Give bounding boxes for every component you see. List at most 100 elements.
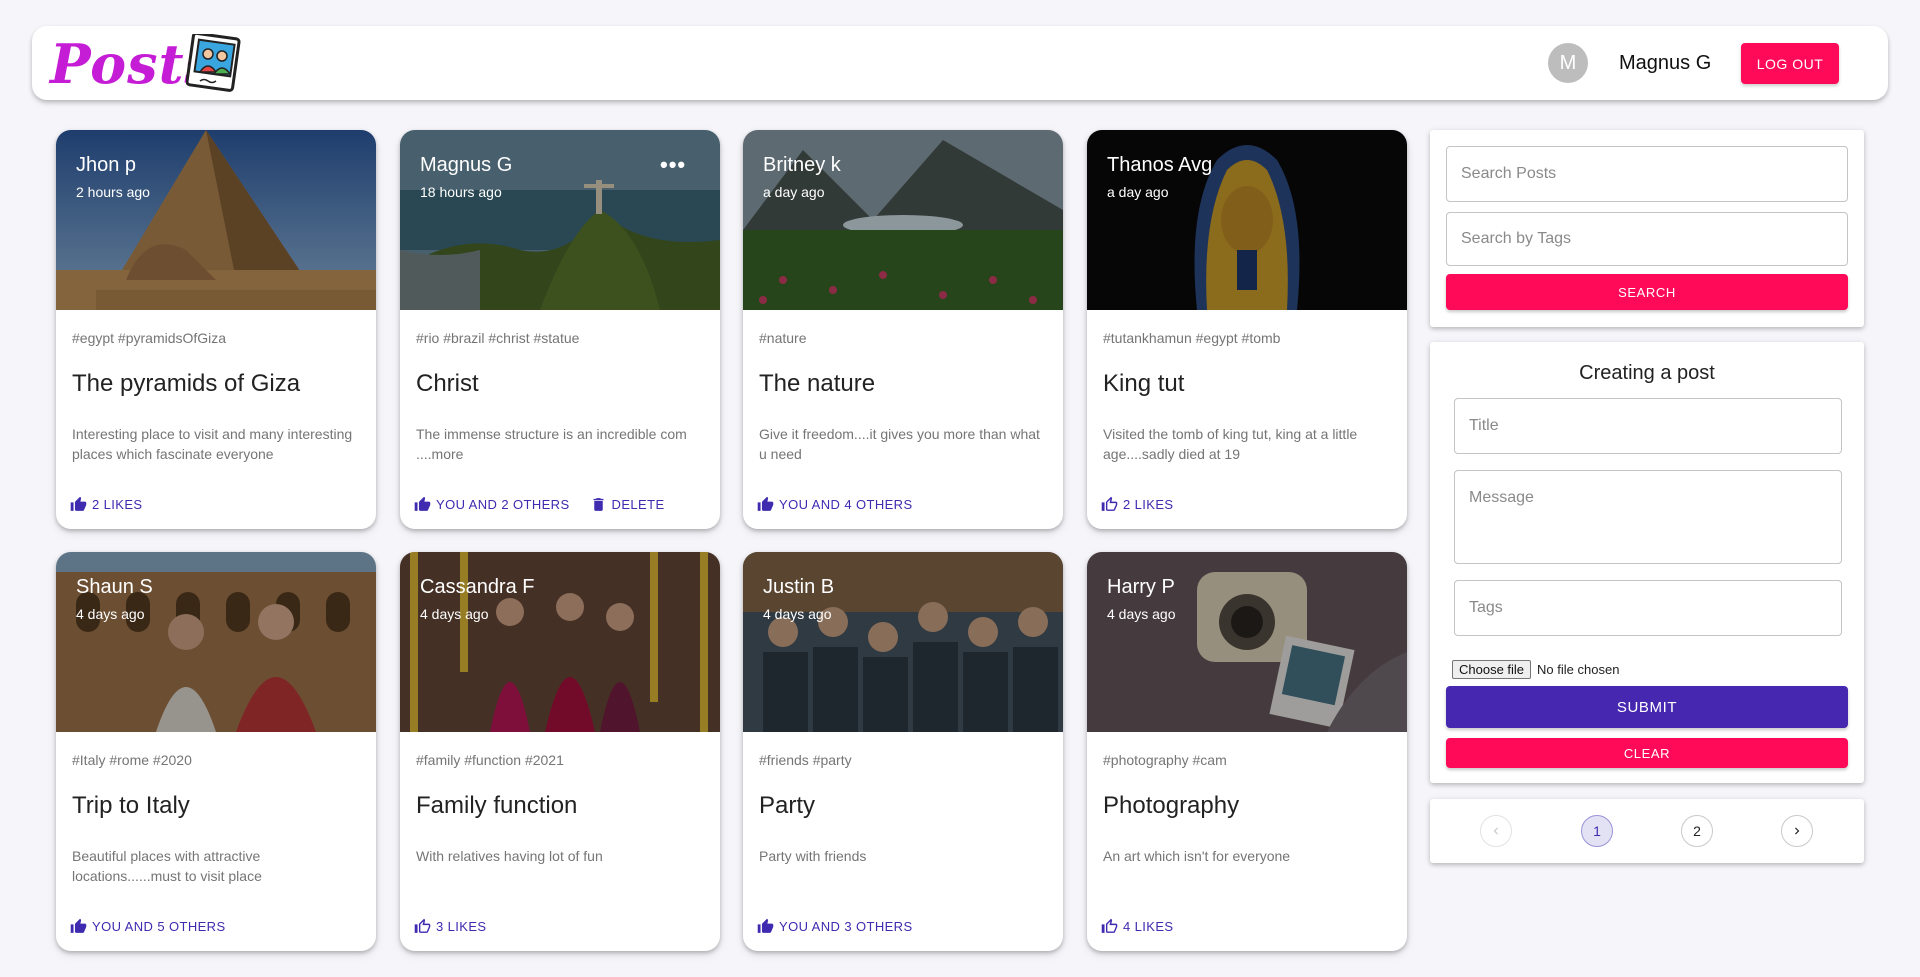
post-image: Jhon p 2 hours ago	[56, 130, 376, 310]
like-button[interactable]: YOU AND 3 OTHERS	[757, 918, 913, 935]
delete-button[interactable]: DELETE	[590, 496, 665, 513]
post-card[interactable]: Justin B 4 days ago #friends #party Part…	[743, 552, 1063, 951]
page-1-button[interactable]: 1	[1581, 815, 1613, 847]
post-time: a day ago	[763, 184, 825, 200]
chevron-right-icon	[1795, 827, 1800, 835]
page-2-button[interactable]: 2	[1681, 815, 1713, 847]
like-count: YOU AND 3 OTHERS	[779, 919, 913, 934]
post-tags: #tutankhamun #egypt #tomb	[1103, 330, 1281, 346]
post-image: Harry P 4 days ago	[1087, 552, 1407, 732]
like-count: YOU AND 5 OTHERS	[92, 919, 226, 934]
post-tags: #rio #brazil #christ #statue	[416, 330, 580, 346]
prev-page-button[interactable]	[1480, 815, 1512, 847]
post-title: The nature	[759, 370, 876, 397]
post-card[interactable]: Jhon p 2 hours ago #egypt #pyramidsOfGiz…	[56, 130, 376, 529]
like-button[interactable]: YOU AND 4 OTHERS	[757, 496, 913, 513]
post-message: With relatives having lot of fun	[416, 848, 603, 864]
avatar[interactable]: M	[1548, 43, 1588, 83]
like-button[interactable]: 2 LIKES	[70, 496, 143, 513]
post-card[interactable]: Britney k a day ago #nature The nature G…	[743, 130, 1063, 529]
post-author: Thanos Avg	[1107, 154, 1213, 176]
thumb-up-icon	[414, 496, 431, 511]
post-time: a day ago	[1107, 184, 1169, 200]
post-time: 18 hours ago	[420, 184, 502, 200]
post-author: Britney k	[763, 154, 841, 176]
thumb-up-icon	[70, 496, 87, 511]
post-image: Britney k a day ago	[743, 130, 1063, 310]
post-image: Justin B 4 days ago	[743, 552, 1063, 732]
next-page-button[interactable]	[1781, 815, 1813, 847]
post-message: An art which isn't for everyone	[1103, 848, 1291, 864]
like-button[interactable]: YOU AND 2 OTHERS	[414, 496, 570, 513]
post-card[interactable]: Thanos Avg a day ago #tutankhamun #egypt…	[1087, 130, 1407, 529]
user-name: Magnus G	[1619, 52, 1712, 74]
create-post-form: Creating a post Title Message Tags Choos…	[1430, 342, 1864, 783]
logout-button[interactable]: LOG OUT	[1741, 43, 1839, 84]
search-posts-input[interactable]: Search Posts	[1446, 146, 1848, 202]
post-title: King tut	[1103, 370, 1185, 397]
title-input[interactable]: Title	[1454, 398, 1842, 454]
post-title: Family function	[416, 792, 578, 819]
trash-icon	[593, 498, 604, 511]
post-card[interactable]: Magnus G 18 hours ago ••• #rio #brazil #…	[400, 130, 720, 529]
like-count: YOU AND 4 OTHERS	[779, 497, 913, 512]
post-tags: #nature	[759, 330, 807, 346]
post-message: Party with friends	[759, 848, 867, 864]
chevron-left-icon	[1493, 827, 1498, 835]
post-message: Visited the tomb of king tut, king at a …	[1103, 426, 1358, 462]
more-options-icon[interactable]: •••	[660, 152, 686, 178]
post-message: Give it freedom....it gives you more tha…	[759, 426, 1040, 462]
post-time: 4 days ago	[1107, 606, 1176, 622]
post-time: 4 days ago	[420, 606, 489, 622]
post-image: Cassandra F 4 days ago	[400, 552, 720, 732]
post-image: Shaun S 4 days ago	[56, 552, 376, 732]
like-button[interactable]: YOU AND 5 OTHERS	[70, 918, 226, 935]
post-title: Photography	[1103, 792, 1240, 819]
search-panel: Search Posts Search by Tags SEARCH	[1430, 130, 1864, 327]
choose-file-button[interactable]: Choose file	[1452, 660, 1532, 679]
delete-label: DELETE	[611, 497, 665, 512]
post-card[interactable]: Cassandra F 4 days ago #family #function…	[400, 552, 720, 951]
post-author: Harry P	[1107, 576, 1175, 598]
post-tags: #friends #party	[759, 752, 852, 768]
post-image: Magnus G 18 hours ago •••	[400, 130, 720, 310]
post-author: Magnus G	[420, 154, 513, 176]
like-count: 2 LIKES	[92, 497, 143, 512]
message-textarea[interactable]: Message	[1454, 470, 1842, 564]
post-author: Cassandra F	[420, 576, 535, 598]
thumb-up-outline-icon	[414, 918, 431, 933]
post-title: The pyramids of Giza	[72, 370, 301, 397]
thumb-up-icon	[757, 496, 774, 511]
post-tags: #egypt #pyramidsOfGiza	[72, 330, 227, 346]
thumb-up-icon	[757, 918, 774, 933]
pagination: 1 2	[1430, 799, 1864, 863]
post-title: Party	[759, 792, 816, 819]
file-upload: Choose file No file chosen	[1452, 660, 1619, 679]
file-status: No file chosen	[1537, 662, 1620, 677]
post-title: Christ	[416, 370, 479, 397]
tags-input[interactable]: Tags	[1454, 580, 1842, 636]
like-count: 2 LIKES	[1123, 497, 1174, 512]
post-time: 4 days ago	[763, 606, 832, 622]
form-heading: Creating a post	[1579, 362, 1715, 384]
post-message: Interesting place to visit and many inte…	[72, 426, 353, 462]
post-card[interactable]: Harry P 4 days ago #photography #cam Pho…	[1087, 552, 1407, 951]
like-button[interactable]: 3 LIKES	[414, 918, 487, 935]
post-tags: #Italy #rome #2020	[72, 752, 192, 768]
search-button[interactable]: SEARCH	[1446, 274, 1848, 310]
thumb-up-icon	[70, 918, 87, 933]
post-tags: #photography #cam	[1103, 752, 1227, 768]
thumb-up-outline-icon	[1101, 918, 1118, 933]
clear-button[interactable]: CLEAR	[1446, 738, 1848, 768]
search-tags-input[interactable]: Search by Tags	[1446, 212, 1848, 266]
like-count: 4 LIKES	[1123, 919, 1174, 934]
like-count: YOU AND 2 OTHERS	[436, 497, 570, 512]
submit-button[interactable]: SUBMIT	[1446, 686, 1848, 728]
post-image: Thanos Avg a day ago	[1087, 130, 1407, 310]
like-button[interactable]: 4 LIKES	[1101, 918, 1174, 935]
like-button[interactable]: 2 LIKES	[1101, 496, 1174, 513]
post-time: 4 days ago	[76, 606, 145, 622]
post-time: 2 hours ago	[76, 184, 150, 200]
post-author: Jhon p	[76, 154, 137, 176]
post-card[interactable]: Shaun S 4 days ago #Italy #rome #2020 Tr…	[56, 552, 376, 951]
